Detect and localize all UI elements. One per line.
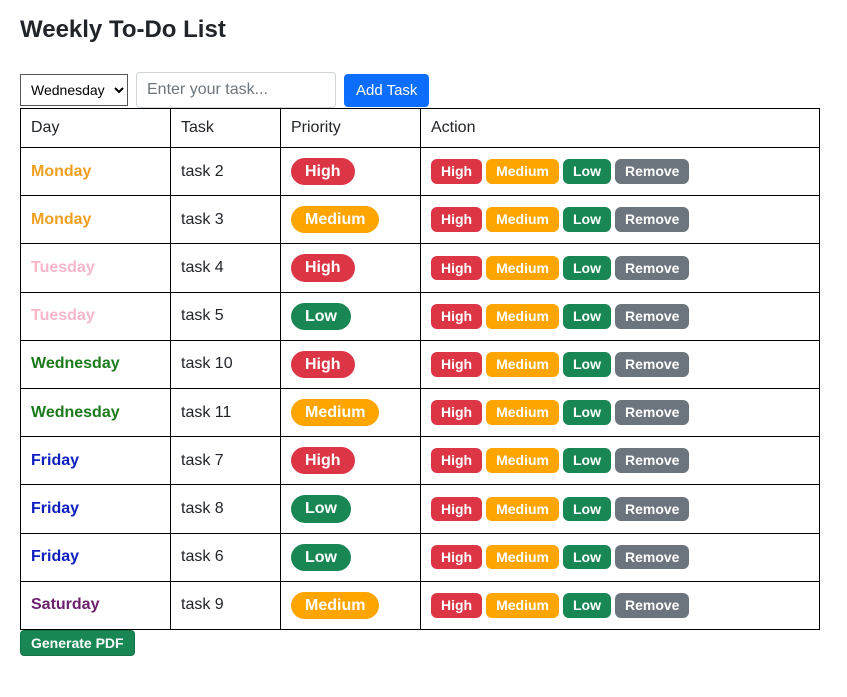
set-low-button[interactable]: Low <box>563 207 611 232</box>
set-low-button[interactable]: Low <box>563 497 611 522</box>
col-header-day: Day <box>21 109 171 148</box>
table-row: Wednesdaytask 11MediumHighMediumLowRemov… <box>21 388 820 436</box>
table-row: Fridaytask 8LowHighMediumLowRemove <box>21 485 820 533</box>
task-input[interactable] <box>136 72 336 108</box>
priority-badge: High <box>291 158 355 185</box>
set-high-button[interactable]: High <box>431 448 482 473</box>
remove-button[interactable]: Remove <box>615 448 689 473</box>
task-cell: task 3 <box>171 196 281 244</box>
remove-button[interactable]: Remove <box>615 545 689 570</box>
task-cell: task 2 <box>171 148 281 196</box>
task-cell: task 4 <box>171 244 281 292</box>
set-high-button[interactable]: High <box>431 545 482 570</box>
table-row: Wednesdaytask 10HighHighMediumLowRemove <box>21 340 820 388</box>
day-label: Friday <box>31 452 79 469</box>
task-cell: task 8 <box>171 485 281 533</box>
set-high-button[interactable]: High <box>431 352 482 377</box>
priority-badge: High <box>291 447 355 474</box>
day-label: Wednesday <box>31 355 120 372</box>
col-header-action: Action <box>421 109 820 148</box>
todo-table: Day Task Priority Action Monday task 2 Hig… <box>20 108 820 630</box>
day-label: Saturday <box>31 596 99 613</box>
day-label: Monday <box>31 163 91 180</box>
table-row: Mondaytask 2HighHighMediumLowRemove <box>21 148 820 196</box>
set-low-button[interactable]: Low <box>563 159 611 184</box>
generate-pdf-button[interactable]: Generate PDF <box>20 630 135 656</box>
set-low-button[interactable]: Low <box>563 545 611 570</box>
remove-button[interactable]: Remove <box>615 256 689 281</box>
day-label: Friday <box>31 500 79 517</box>
day-label: Tuesday <box>31 307 95 324</box>
remove-button[interactable]: Remove <box>615 207 689 232</box>
remove-button[interactable]: Remove <box>615 400 689 425</box>
page-title: Weekly To-Do List <box>20 16 827 44</box>
set-high-button[interactable]: High <box>431 497 482 522</box>
task-cell: task 6 <box>171 533 281 581</box>
col-header-priority: Priority <box>281 109 421 148</box>
day-label: Friday <box>31 548 79 565</box>
day-label: Wednesday <box>31 404 120 421</box>
priority-badge: High <box>291 254 355 281</box>
task-cell: task 10 <box>171 340 281 388</box>
set-medium-button[interactable]: Medium <box>486 448 559 473</box>
priority-badge: Medium <box>291 592 379 619</box>
priority-badge: Low <box>291 544 351 571</box>
set-medium-button[interactable]: Medium <box>486 159 559 184</box>
set-medium-button[interactable]: Medium <box>486 400 559 425</box>
priority-badge: Low <box>291 303 351 330</box>
set-high-button[interactable]: High <box>431 593 482 618</box>
remove-button[interactable]: Remove <box>615 352 689 377</box>
set-medium-button[interactable]: Medium <box>486 352 559 377</box>
remove-button[interactable]: Remove <box>615 159 689 184</box>
set-low-button[interactable]: Low <box>563 400 611 425</box>
day-label: Tuesday <box>31 259 95 276</box>
col-header-task: Task <box>171 109 281 148</box>
set-medium-button[interactable]: Medium <box>486 497 559 522</box>
set-low-button[interactable]: Low <box>563 256 611 281</box>
table-row: Saturdaytask 9MediumHighMediumLowRemove <box>21 581 820 629</box>
set-high-button[interactable]: High <box>431 400 482 425</box>
set-low-button[interactable]: Low <box>563 304 611 329</box>
table-row: Fridaytask 7HighHighMediumLowRemove <box>21 437 820 485</box>
set-medium-button[interactable]: Medium <box>486 256 559 281</box>
set-medium-button[interactable]: Medium <box>486 593 559 618</box>
set-low-button[interactable]: Low <box>563 593 611 618</box>
table-row: Mondaytask 3MediumHighMediumLowRemove <box>21 196 820 244</box>
set-high-button[interactable]: High <box>431 207 482 232</box>
set-medium-button[interactable]: Medium <box>486 304 559 329</box>
remove-button[interactable]: Remove <box>615 497 689 522</box>
table-row: Tuesdaytask 5LowHighMediumLowRemove <box>21 292 820 340</box>
set-medium-button[interactable]: Medium <box>486 207 559 232</box>
set-medium-button[interactable]: Medium <box>486 545 559 570</box>
set-high-button[interactable]: High <box>431 256 482 281</box>
task-cell: task 5 <box>171 292 281 340</box>
task-cell: task 7 <box>171 437 281 485</box>
remove-button[interactable]: Remove <box>615 593 689 618</box>
remove-button[interactable]: Remove <box>615 304 689 329</box>
table-row: Tuesdaytask 4HighHighMediumLowRemove <box>21 244 820 292</box>
task-cell: task 11 <box>171 388 281 436</box>
set-high-button[interactable]: High <box>431 304 482 329</box>
task-cell: task 9 <box>171 581 281 629</box>
day-label: Monday <box>31 211 91 228</box>
priority-badge: High <box>291 351 355 378</box>
add-task-button[interactable]: Add Task <box>344 74 429 107</box>
table-row: Fridaytask 6LowHighMediumLowRemove <box>21 533 820 581</box>
priority-badge: Medium <box>291 206 379 233</box>
priority-badge: Low <box>291 495 351 522</box>
controls-bar: Wednesday Add Task <box>20 72 827 108</box>
set-high-button[interactable]: High <box>431 159 482 184</box>
set-low-button[interactable]: Low <box>563 352 611 377</box>
priority-badge: Medium <box>291 399 379 426</box>
set-low-button[interactable]: Low <box>563 448 611 473</box>
day-select[interactable]: Wednesday <box>20 74 128 106</box>
